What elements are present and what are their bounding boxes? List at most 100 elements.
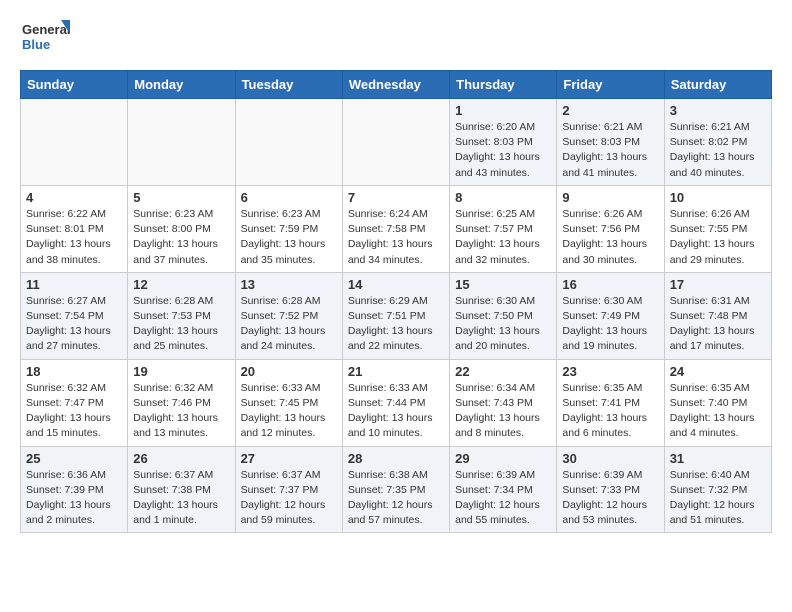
day-info: Sunrise: 6:24 AMSunset: 7:58 PMDaylight:… xyxy=(348,207,444,268)
day-number: 23 xyxy=(562,364,658,379)
calendar-cell: 4 Sunrise: 6:22 AMSunset: 8:01 PMDaylight… xyxy=(21,185,128,272)
day-info: Sunrise: 6:37 AMSunset: 7:38 PMDaylight:… xyxy=(133,468,229,529)
calendar-cell xyxy=(235,99,342,186)
day-number: 25 xyxy=(26,451,122,466)
col-header-monday: Monday xyxy=(128,71,235,99)
day-number: 7 xyxy=(348,190,444,205)
calendar-cell: 8 Sunrise: 6:25 AMSunset: 7:57 PMDaylight… xyxy=(450,185,557,272)
calendar-cell: 21 Sunrise: 6:33 AMSunset: 7:44 PMDayligh… xyxy=(342,359,449,446)
calendar-cell: 24 Sunrise: 6:35 AMSunset: 7:40 PMDayligh… xyxy=(664,359,771,446)
day-number: 31 xyxy=(670,451,766,466)
calendar-cell: 7 Sunrise: 6:24 AMSunset: 7:58 PMDaylight… xyxy=(342,185,449,272)
day-number: 12 xyxy=(133,277,229,292)
day-info: Sunrise: 6:36 AMSunset: 7:39 PMDaylight:… xyxy=(26,468,122,529)
day-info: Sunrise: 6:37 AMSunset: 7:37 PMDaylight:… xyxy=(241,468,337,529)
day-info: Sunrise: 6:40 AMSunset: 7:32 PMDaylight:… xyxy=(670,468,766,529)
day-info: Sunrise: 6:35 AMSunset: 7:41 PMDaylight:… xyxy=(562,381,658,442)
day-info: Sunrise: 6:28 AMSunset: 7:52 PMDaylight:… xyxy=(241,294,337,355)
calendar-cell xyxy=(21,99,128,186)
col-header-tuesday: Tuesday xyxy=(235,71,342,99)
calendar-cell: 16 Sunrise: 6:30 AMSunset: 7:49 PMDayligh… xyxy=(557,272,664,359)
calendar-cell: 6 Sunrise: 6:23 AMSunset: 7:59 PMDaylight… xyxy=(235,185,342,272)
day-info: Sunrise: 6:26 AMSunset: 7:56 PMDaylight:… xyxy=(562,207,658,268)
col-header-sunday: Sunday xyxy=(21,71,128,99)
calendar-cell: 11 Sunrise: 6:27 AMSunset: 7:54 PMDayligh… xyxy=(21,272,128,359)
day-number: 3 xyxy=(670,103,766,118)
day-info: Sunrise: 6:39 AMSunset: 7:34 PMDaylight:… xyxy=(455,468,551,529)
header: General Blue xyxy=(20,16,772,60)
calendar-cell: 28 Sunrise: 6:38 AMSunset: 7:35 PMDayligh… xyxy=(342,446,449,533)
day-number: 10 xyxy=(670,190,766,205)
calendar-cell xyxy=(128,99,235,186)
day-number: 9 xyxy=(562,190,658,205)
day-info: Sunrise: 6:26 AMSunset: 7:55 PMDaylight:… xyxy=(670,207,766,268)
calendar-cell: 15 Sunrise: 6:30 AMSunset: 7:50 PMDayligh… xyxy=(450,272,557,359)
calendar-cell: 17 Sunrise: 6:31 AMSunset: 7:48 PMDayligh… xyxy=(664,272,771,359)
day-number: 30 xyxy=(562,451,658,466)
calendar-cell: 18Sunrise: 6:32 AMSunset: 7:47 PMDayligh… xyxy=(21,359,128,446)
day-number: 11 xyxy=(26,277,122,292)
week-row-2: 4 Sunrise: 6:22 AMSunset: 8:01 PMDaylight… xyxy=(21,185,772,272)
week-row-1: 1Sunrise: 6:20 AMSunset: 8:03 PMDaylight… xyxy=(21,99,772,186)
calendar-cell: 20 Sunrise: 6:33 AMSunset: 7:45 PMDayligh… xyxy=(235,359,342,446)
calendar-cell: 30Sunrise: 6:39 AMSunset: 7:33 PMDayligh… xyxy=(557,446,664,533)
day-info: Sunrise: 6:20 AMSunset: 8:03 PMDaylight:… xyxy=(455,120,551,181)
day-info: Sunrise: 6:32 AMSunset: 7:47 PMDaylight:… xyxy=(26,381,122,442)
day-info: Sunrise: 6:35 AMSunset: 7:40 PMDaylight:… xyxy=(670,381,766,442)
day-number: 21 xyxy=(348,364,444,379)
day-info: Sunrise: 6:23 AMSunset: 7:59 PMDaylight:… xyxy=(241,207,337,268)
calendar-cell: 26 Sunrise: 6:37 AMSunset: 7:38 PMDayligh… xyxy=(128,446,235,533)
day-info: Sunrise: 6:30 AMSunset: 7:50 PMDaylight:… xyxy=(455,294,551,355)
day-number: 24 xyxy=(670,364,766,379)
day-number: 28 xyxy=(348,451,444,466)
day-number: 29 xyxy=(455,451,551,466)
day-info: Sunrise: 6:30 AMSunset: 7:49 PMDaylight:… xyxy=(562,294,658,355)
col-header-saturday: Saturday xyxy=(664,71,771,99)
calendar-table: SundayMondayTuesdayWednesdayThursdayFrid… xyxy=(20,70,772,533)
day-info: Sunrise: 6:23 AMSunset: 8:00 PMDaylight:… xyxy=(133,207,229,268)
logo-svg: General Blue xyxy=(20,16,70,60)
day-info: Sunrise: 6:32 AMSunset: 7:46 PMDaylight:… xyxy=(133,381,229,442)
day-number: 16 xyxy=(562,277,658,292)
calendar-cell: 3 Sunrise: 6:21 AMSunset: 8:02 PMDaylight… xyxy=(664,99,771,186)
day-info: Sunrise: 6:21 AMSunset: 8:03 PMDaylight:… xyxy=(562,120,658,181)
day-number: 4 xyxy=(26,190,122,205)
day-info: Sunrise: 6:33 AMSunset: 7:45 PMDaylight:… xyxy=(241,381,337,442)
calendar-cell: 29 Sunrise: 6:39 AMSunset: 7:34 PMDayligh… xyxy=(450,446,557,533)
calendar-cell: 25 Sunrise: 6:36 AMSunset: 7:39 PMDayligh… xyxy=(21,446,128,533)
calendar-cell: 13 Sunrise: 6:28 AMSunset: 7:52 PMDayligh… xyxy=(235,272,342,359)
day-info: Sunrise: 6:22 AMSunset: 8:01 PMDaylight:… xyxy=(26,207,122,268)
calendar-cell: 1Sunrise: 6:20 AMSunset: 8:03 PMDaylight… xyxy=(450,99,557,186)
svg-text:Blue: Blue xyxy=(22,37,50,52)
day-number: 26 xyxy=(133,451,229,466)
day-info: Sunrise: 6:28 AMSunset: 7:53 PMDaylight:… xyxy=(133,294,229,355)
calendar-cell: 14Sunrise: 6:29 AMSunset: 7:51 PMDayligh… xyxy=(342,272,449,359)
calendar-cell: 31 Sunrise: 6:40 AMSunset: 7:32 PMDayligh… xyxy=(664,446,771,533)
day-number: 15 xyxy=(455,277,551,292)
calendar-cell xyxy=(342,99,449,186)
calendar-cell: 9 Sunrise: 6:26 AMSunset: 7:56 PMDaylight… xyxy=(557,185,664,272)
day-info: Sunrise: 6:33 AMSunset: 7:44 PMDaylight:… xyxy=(348,381,444,442)
col-header-friday: Friday xyxy=(557,71,664,99)
svg-text:General: General xyxy=(22,22,70,37)
day-number: 20 xyxy=(241,364,337,379)
calendar-cell: 12 Sunrise: 6:28 AMSunset: 7:53 PMDayligh… xyxy=(128,272,235,359)
day-number: 14 xyxy=(348,277,444,292)
day-info: Sunrise: 6:31 AMSunset: 7:48 PMDaylight:… xyxy=(670,294,766,355)
day-number: 22 xyxy=(455,364,551,379)
day-number: 8 xyxy=(455,190,551,205)
day-number: 5 xyxy=(133,190,229,205)
calendar-cell: 19Sunrise: 6:32 AMSunset: 7:46 PMDayligh… xyxy=(128,359,235,446)
day-number: 6 xyxy=(241,190,337,205)
calendar-cell: 10 Sunrise: 6:26 AMSunset: 7:55 PMDayligh… xyxy=(664,185,771,272)
col-header-thursday: Thursday xyxy=(450,71,557,99)
calendar-cell: 27Sunrise: 6:37 AMSunset: 7:37 PMDayligh… xyxy=(235,446,342,533)
day-number: 17 xyxy=(670,277,766,292)
day-info: Sunrise: 6:38 AMSunset: 7:35 PMDaylight:… xyxy=(348,468,444,529)
day-info: Sunrise: 6:21 AMSunset: 8:02 PMDaylight:… xyxy=(670,120,766,181)
day-info: Sunrise: 6:27 AMSunset: 7:54 PMDaylight:… xyxy=(26,294,122,355)
day-info: Sunrise: 6:25 AMSunset: 7:57 PMDaylight:… xyxy=(455,207,551,268)
calendar-cell: 5 Sunrise: 6:23 AMSunset: 8:00 PMDaylight… xyxy=(128,185,235,272)
day-number: 13 xyxy=(241,277,337,292)
col-header-wednesday: Wednesday xyxy=(342,71,449,99)
